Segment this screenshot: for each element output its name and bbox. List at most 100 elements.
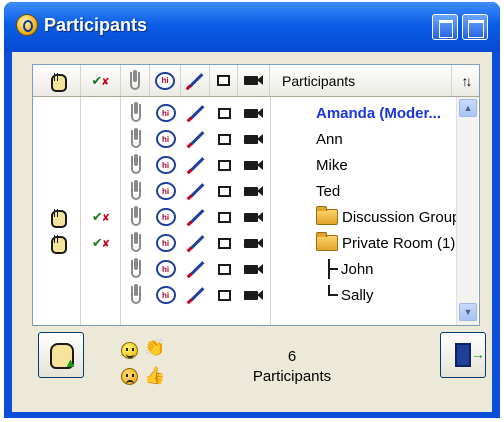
participant-row[interactable]: ✔✘ hi Private Room (1) [33, 231, 455, 255]
microphone-cell[interactable] [121, 127, 150, 151]
participant-name[interactable]: Ted [316, 179, 340, 203]
vertical-scrollbar[interactable]: ▲ ▼ [456, 97, 478, 325]
header-chat[interactable]: hi [150, 65, 181, 96]
hand-cell[interactable] [33, 231, 81, 255]
app-share-cell[interactable] [210, 101, 238, 125]
vote-cell[interactable] [81, 179, 121, 203]
scroll-up-button[interactable]: ▲ [459, 99, 477, 117]
video-cell[interactable] [238, 231, 270, 255]
vote-cell[interactable] [81, 153, 121, 177]
app-share-cell[interactable] [210, 179, 238, 203]
app-share-cell[interactable] [210, 231, 238, 255]
video-cell[interactable] [238, 257, 270, 281]
chat-cell[interactable]: hi [150, 101, 181, 125]
scroll-down-button[interactable]: ▼ [459, 303, 477, 321]
participant-row[interactable]: hi Ann [33, 127, 453, 151]
app-share-cell[interactable] [210, 153, 238, 177]
microphone-cell[interactable] [121, 231, 150, 255]
participant-row[interactable]: hi Sally [33, 283, 453, 307]
hand-cell[interactable] [33, 179, 81, 203]
participants-window: Participants ✔✘ hi Participants ↑↓ hi Ama… [4, 2, 500, 418]
header-yes-no[interactable]: ✔✘ [81, 65, 121, 96]
microphone-cell[interactable] [121, 205, 150, 229]
whiteboard-cell[interactable] [181, 257, 210, 281]
microphone-cell[interactable] [121, 257, 150, 281]
applause-emoticon-button[interactable]: 👏 [144, 337, 166, 359]
raise-hand-button[interactable] [38, 332, 84, 378]
raise-hand-icon [49, 72, 67, 92]
whiteboard-cell[interactable] [181, 179, 210, 203]
chat-cell[interactable]: hi [150, 283, 181, 307]
participant-row[interactable]: hi Mike [33, 153, 453, 177]
participant-name[interactable]: Private Room (1) [316, 231, 455, 255]
microphone-cell[interactable] [121, 283, 150, 307]
app-share-cell[interactable] [210, 127, 238, 151]
tree-connector-icon [323, 257, 339, 281]
sad-emoticon-button[interactable] [118, 365, 140, 387]
maximize-button[interactable] [462, 14, 488, 40]
sort-button[interactable]: ↑↓ [452, 65, 479, 96]
chat-cell[interactable]: hi [150, 257, 181, 281]
whiteboard-cell[interactable] [181, 283, 210, 307]
video-cell[interactable] [238, 153, 270, 177]
header-microphone[interactable] [121, 65, 150, 96]
vote-cell[interactable] [81, 283, 121, 307]
smile-emoticon-button[interactable] [118, 339, 140, 361]
video-cell[interactable] [238, 101, 270, 125]
app-share-cell[interactable] [210, 257, 238, 281]
minimize-button[interactable] [432, 14, 458, 40]
video-cell[interactable] [238, 179, 270, 203]
participant-row[interactable]: hi Amanda (Moder... [33, 101, 453, 125]
participant-name[interactable]: John [323, 257, 374, 281]
hand-cell[interactable] [33, 283, 81, 307]
hand-cell[interactable] [33, 101, 81, 125]
app-share-cell[interactable] [210, 205, 238, 229]
chat-bubble-icon: hi [155, 286, 176, 304]
video-cell[interactable] [238, 205, 270, 229]
vote-cell[interactable]: ✔✘ [81, 205, 121, 229]
video-cell[interactable] [238, 127, 270, 151]
participant-row[interactable]: hi John [33, 257, 453, 281]
video-cell[interactable] [238, 283, 270, 307]
video-camera-icon [243, 75, 264, 86]
participant-name[interactable]: Sally [323, 283, 374, 307]
vote-cell[interactable]: ✔✘ [81, 231, 121, 255]
whiteboard-cell[interactable] [181, 101, 210, 125]
thumbs-emoticon-button[interactable]: 👍 [144, 365, 166, 387]
hand-cell[interactable] [33, 127, 81, 151]
participant-name[interactable]: Discussion Group [316, 205, 460, 229]
app-share-cell[interactable] [210, 283, 238, 307]
participant-name[interactable]: Amanda (Moder... [316, 101, 441, 125]
participant-name[interactable]: Ann [316, 127, 343, 151]
whiteboard-cell[interactable] [181, 205, 210, 229]
chat-cell[interactable]: hi [150, 231, 181, 255]
microphone-cell[interactable] [121, 101, 150, 125]
hand-cell[interactable] [33, 153, 81, 177]
check-x-icon: ✔✘ [91, 209, 111, 224]
chat-cell[interactable]: hi [150, 205, 181, 229]
header-video[interactable] [238, 65, 270, 96]
participant-name[interactable]: Mike [316, 153, 348, 177]
microphone-icon [130, 284, 141, 304]
header-participants[interactable]: Participants [270, 65, 452, 96]
vote-cell[interactable] [81, 101, 121, 125]
chat-cell[interactable]: hi [150, 179, 181, 203]
whiteboard-cell[interactable] [181, 153, 210, 177]
chat-cell[interactable]: hi [150, 127, 181, 151]
hand-cell[interactable] [33, 205, 81, 229]
chat-cell[interactable]: hi [150, 153, 181, 177]
vote-cell[interactable] [81, 127, 121, 151]
participant-row[interactable]: hi Ted [33, 179, 453, 203]
hand-cell[interactable] [33, 257, 81, 281]
title-bar[interactable]: Participants [4, 2, 500, 52]
header-app-share[interactable] [210, 65, 238, 96]
microphone-cell[interactable] [121, 179, 150, 203]
exit-button[interactable] [440, 332, 486, 378]
participant-row[interactable]: ✔✘ hi Discussion Group [33, 205, 460, 229]
header-raise-hand[interactable] [33, 65, 81, 96]
microphone-cell[interactable] [121, 153, 150, 177]
whiteboard-cell[interactable] [181, 127, 210, 151]
vote-cell[interactable] [81, 257, 121, 281]
header-whiteboard[interactable] [181, 65, 210, 96]
whiteboard-cell[interactable] [181, 231, 210, 255]
